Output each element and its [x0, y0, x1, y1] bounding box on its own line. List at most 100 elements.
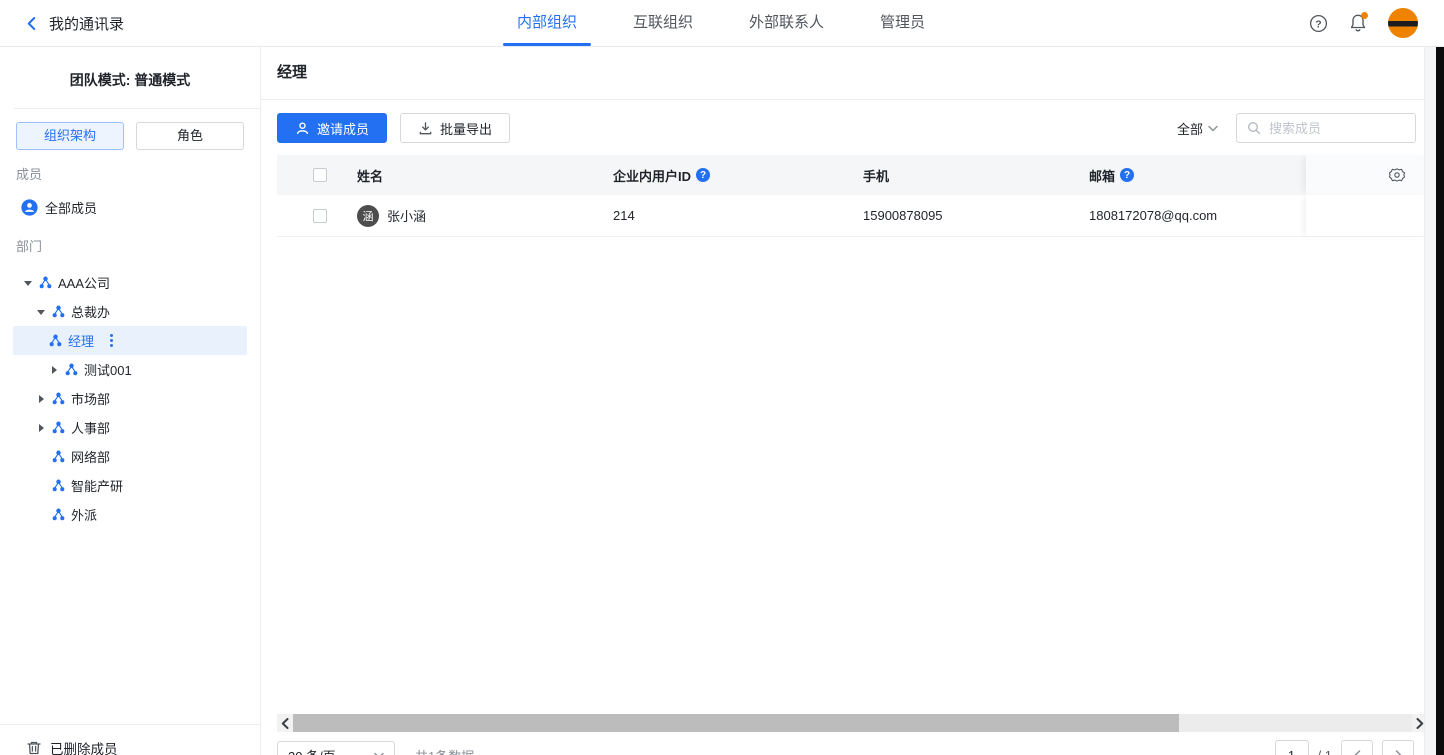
- caret-collapsed-icon[interactable]: [36, 394, 46, 404]
- notification-bell-icon[interactable]: [1348, 13, 1368, 33]
- member-name: 张小涵: [387, 206, 426, 225]
- next-page-button[interactable]: [1382, 740, 1414, 755]
- tree-item-president-office[interactable]: 总裁办: [0, 297, 260, 326]
- org-structure-button[interactable]: 组织架构: [16, 122, 124, 150]
- column-settings: [1306, 155, 1425, 195]
- team-mode-label: 团队模式: 普通模式: [0, 46, 260, 108]
- batch-export-button[interactable]: 批量导出: [400, 113, 510, 143]
- total-count-label: 共1条数据: [415, 746, 474, 755]
- deleted-members-item[interactable]: 已删除成员: [0, 724, 260, 755]
- tree-item-label: 外派: [71, 505, 97, 524]
- user-avatar[interactable]: [1388, 8, 1418, 38]
- invite-member-label: 邀请成员: [317, 119, 369, 138]
- all-members-item[interactable]: 全部成员: [0, 192, 260, 222]
- tree-item-hr[interactable]: 人事部: [0, 413, 260, 442]
- svg-text:?: ?: [1315, 19, 1321, 30]
- deleted-members-label: 已删除成员: [50, 738, 118, 755]
- page-title: 我的通讯录: [49, 13, 124, 34]
- all-members-icon: [21, 199, 38, 216]
- search-input[interactable]: [1267, 120, 1405, 137]
- tree-item-label: AAA公司: [58, 273, 110, 292]
- all-members-label: 全部成员: [45, 198, 97, 217]
- horizontal-scrollbar: [277, 714, 1428, 732]
- column-email: 邮箱: [1089, 155, 1306, 195]
- tree-item-manager-selected[interactable]: 经理: [13, 326, 247, 355]
- member-row[interactable]: 涵 张小涵 214 15900878095 1808172078@qq.com: [277, 195, 1425, 237]
- department-icon: [52, 392, 65, 405]
- tab-internal-org[interactable]: 内部组织: [489, 0, 605, 46]
- header-actions: ?: [1308, 0, 1418, 46]
- caret-spacer: [36, 452, 46, 462]
- column-phone: 手机: [863, 155, 1089, 195]
- caret-expanded-icon[interactable]: [36, 307, 46, 317]
- select-all-checkbox[interactable]: [313, 168, 327, 182]
- role-button[interactable]: 角色: [136, 122, 244, 150]
- help-icon[interactable]: ?: [1308, 13, 1328, 33]
- column-settings-gear-icon[interactable]: [1389, 167, 1405, 183]
- caret-collapsed-icon[interactable]: [49, 365, 59, 375]
- department-icon: [49, 334, 62, 347]
- member-email-cell: 1808172078@qq.com: [1089, 195, 1306, 237]
- pager-controls: 1 / 1: [1275, 740, 1414, 755]
- column-user-id: 企业内用户ID: [613, 155, 863, 195]
- tree-item-outsourced[interactable]: 外派: [0, 500, 260, 529]
- caret-spacer: [36, 510, 46, 520]
- notification-dot: [1361, 12, 1368, 19]
- sidebar: 团队模式: 普通模式 组织架构 角色 成员 全部成员 部门 AAA公司 总裁办: [0, 46, 261, 755]
- tab-connected-org[interactable]: 互联组织: [605, 0, 721, 46]
- department-icon: [52, 479, 65, 492]
- tree-item-network[interactable]: 网络部: [0, 442, 260, 471]
- tree-item-aaa-company[interactable]: AAA公司: [0, 268, 260, 297]
- tree-item-label: 测试001: [84, 360, 132, 379]
- caret-spacer: [36, 481, 46, 491]
- department-icon: [52, 305, 65, 318]
- tree-item-label: 智能产研: [71, 476, 123, 495]
- top-header: 我的通讯录 内部组织 互联组织 外部联系人 管理员 ?: [0, 0, 1444, 47]
- back-button[interactable]: 我的通讯录: [26, 0, 124, 46]
- tree-item-label: 经理: [68, 331, 94, 350]
- batch-export-label: 批量导出: [440, 119, 492, 138]
- sidebar-toggle: 组织架构 角色: [16, 122, 244, 150]
- prev-page-button[interactable]: [1341, 740, 1373, 755]
- member-phone-cell: 15900878095: [863, 195, 1089, 237]
- scroll-left-arrow[interactable]: [277, 714, 293, 732]
- tab-admins[interactable]: 管理员: [852, 0, 953, 46]
- invite-person-icon: [295, 121, 310, 136]
- user-id-help-icon[interactable]: [696, 168, 710, 182]
- more-actions-icon[interactable]: [108, 332, 115, 349]
- department-icon: [39, 276, 52, 289]
- department-icon: [65, 363, 78, 376]
- toolbar: 邀请成员 批量导出 全部: [277, 113, 1416, 143]
- tree-item-label: 网络部: [71, 447, 110, 466]
- page-size-select[interactable]: 20 条/页: [277, 741, 395, 755]
- member-name-cell: 涵 张小涵: [357, 195, 613, 237]
- tab-external-contacts[interactable]: 外部联系人: [721, 0, 852, 46]
- department-icon: [52, 508, 65, 521]
- invite-member-button[interactable]: 邀请成员: [277, 113, 387, 143]
- search-icon: [1247, 121, 1261, 135]
- search-box: [1236, 113, 1416, 143]
- department-title: 经理: [261, 46, 1436, 100]
- caret-expanded-icon[interactable]: [23, 278, 33, 288]
- column-name: 姓名: [357, 155, 613, 195]
- chevron-down-icon: [374, 752, 384, 755]
- sidebar-divider: [14, 108, 260, 109]
- main-content: 经理 邀请成员 批量导出 全部: [261, 46, 1436, 755]
- current-page-input[interactable]: 1: [1275, 740, 1309, 755]
- filter-value: 全部: [1177, 119, 1203, 138]
- caret-collapsed-icon[interactable]: [36, 423, 46, 433]
- filter-dropdown[interactable]: 全部: [1177, 119, 1218, 138]
- email-help-icon[interactable]: [1120, 168, 1134, 182]
- member-actions-cell: [1306, 195, 1425, 237]
- download-icon: [418, 121, 433, 136]
- page-size-value: 20 条/页: [288, 746, 336, 755]
- vertical-scrollbar-track[interactable]: [1424, 46, 1436, 755]
- scrollbar-track[interactable]: [293, 714, 1412, 732]
- tree-item-smart-rd[interactable]: 智能产研: [0, 471, 260, 500]
- row-checkbox[interactable]: [313, 209, 327, 223]
- tree-item-marketing[interactable]: 市场部: [0, 384, 260, 413]
- trash-icon: [26, 740, 42, 755]
- table-body: 涵 张小涵 214 15900878095 1808172078@qq.com: [277, 195, 1425, 237]
- tree-item-test001[interactable]: 测试001: [0, 355, 260, 384]
- scrollbar-thumb[interactable]: [293, 714, 1179, 732]
